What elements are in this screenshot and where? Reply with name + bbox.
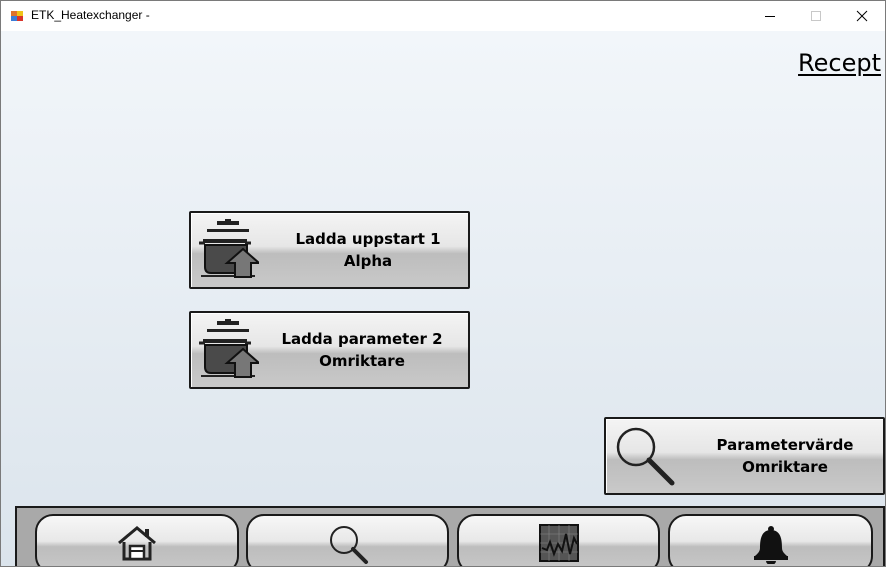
button-label-line1: Parametervärde — [716, 436, 854, 454]
page-title: Recept — [798, 49, 881, 77]
button-label-line1: Ladda parameter 2 — [281, 330, 443, 348]
maximize-icon — [811, 11, 821, 21]
button-label: Parametervärde Omriktare — [687, 419, 883, 493]
button-label: Ladda parameter 2 Omriktare — [256, 313, 468, 387]
close-icon — [856, 10, 868, 22]
button-label: Ladda uppstart 1 Alpha — [268, 213, 468, 287]
client-area: Recept Ladda uppstart 1 Alpha Ladda para… — [1, 31, 885, 566]
nav-search-button[interactable] — [246, 514, 449, 566]
button-label-line2: Omriktare — [319, 352, 405, 370]
pot-load-icon — [199, 319, 259, 378]
parameter-value-button[interactable]: Parametervärde Omriktare — [604, 417, 885, 495]
button-label-line1: Ladda uppstart 1 — [295, 230, 441, 248]
window-title: ETK_Heatexchanger - — [31, 8, 150, 22]
button-label-line2: Alpha — [343, 252, 393, 270]
maximize-button[interactable] — [793, 1, 839, 31]
trend-chart-icon — [538, 524, 579, 562]
app-window-icon — [10, 9, 24, 23]
magnifier-icon — [616, 427, 675, 486]
minimize-button[interactable] — [747, 1, 793, 31]
home-icon — [118, 526, 156, 561]
search-icon — [329, 526, 368, 564]
pot-load-icon — [199, 219, 259, 278]
button-label-line2: Omriktare — [742, 458, 828, 476]
title-bar[interactable]: ETK_Heatexchanger - — [1, 1, 885, 31]
close-button[interactable] — [839, 1, 885, 31]
app-window: ETK_Heatexchanger - Recept Ladda uppstar… — [0, 0, 886, 567]
nav-home-button[interactable] — [35, 514, 239, 566]
nav-alarm-button[interactable] — [668, 514, 873, 566]
nav-trend-button[interactable] — [457, 514, 660, 566]
load-parameter-2-button[interactable]: Ladda parameter 2 Omriktare — [189, 311, 470, 389]
minimize-icon — [765, 16, 775, 17]
bottom-nav-bar — [15, 506, 885, 566]
load-startup-1-button[interactable]: Ladda uppstart 1 Alpha — [189, 211, 470, 289]
alarm-bell-icon — [753, 526, 788, 564]
